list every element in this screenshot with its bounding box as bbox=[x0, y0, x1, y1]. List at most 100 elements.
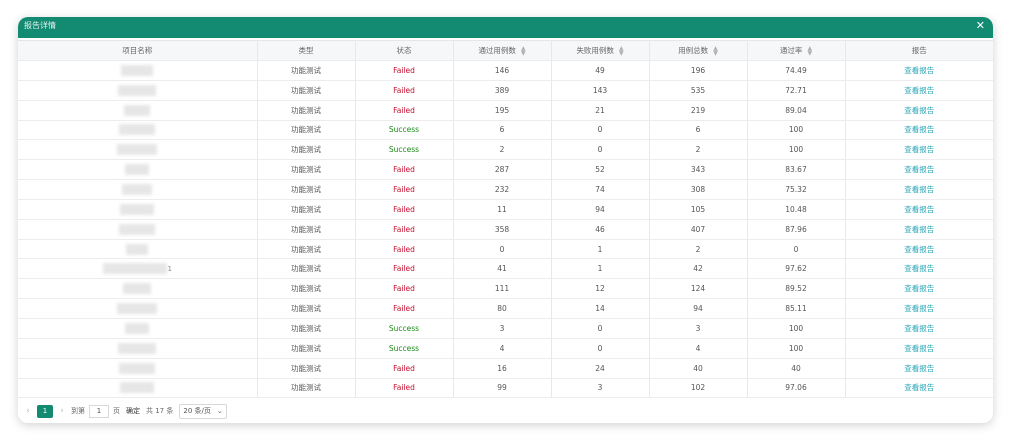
column-header-total-label: 用例总数 bbox=[678, 46, 709, 55]
view-report-link[interactable]: 查看报告 bbox=[904, 125, 934, 134]
cell-project-name bbox=[18, 179, 258, 200]
sort-icon[interactable]: ▲ ▼ bbox=[807, 46, 812, 57]
cell-failed: 52 bbox=[551, 159, 650, 181]
close-icon[interactable]: ✕ bbox=[976, 18, 985, 34]
cell-passed: 2 bbox=[453, 139, 552, 161]
table-row: 1 功能测试 Failed 41 1 42 97.62 查看报告 bbox=[18, 258, 993, 280]
redacted-name bbox=[120, 382, 155, 394]
view-report-link[interactable]: 查看报告 bbox=[904, 225, 934, 234]
view-report-link[interactable]: 查看报告 bbox=[904, 145, 934, 154]
cell-report: 查看报告 bbox=[845, 338, 993, 359]
cell-type: 功能测试 bbox=[257, 378, 356, 399]
view-report-link[interactable]: 查看报告 bbox=[904, 284, 934, 293]
cell-passed: 6 bbox=[453, 120, 552, 141]
view-report-link[interactable]: 查看报告 bbox=[904, 245, 934, 254]
cell-failed: 1 bbox=[551, 258, 650, 280]
chevron-down-icon: ⌄ bbox=[216, 407, 223, 415]
view-report-link[interactable]: 查看报告 bbox=[904, 264, 934, 273]
table-row: 功能测试 Failed 232 74 308 75.32 查看报告 bbox=[18, 179, 993, 200]
cell-rate: 83.67 bbox=[747, 159, 846, 181]
cell-total: 102 bbox=[649, 378, 748, 399]
dialog-header: 报告详情 ✕ bbox=[18, 17, 993, 38]
view-report-link[interactable]: 查看报告 bbox=[904, 324, 934, 333]
view-report-link[interactable]: 查看报告 bbox=[904, 86, 934, 95]
redacted-name bbox=[118, 342, 157, 354]
cell-rate: 89.52 bbox=[747, 278, 846, 300]
table-row: 功能测试 Failed 99 3 102 97.06 查看报告 bbox=[18, 378, 993, 399]
cell-passed: 195 bbox=[453, 100, 552, 121]
page-size-select[interactable]: 20 条/页 ⌄ bbox=[179, 403, 227, 419]
cell-passed: 287 bbox=[453, 159, 552, 181]
cell-total: 94 bbox=[649, 298, 748, 319]
cell-report: 查看报告 bbox=[845, 239, 993, 260]
cell-total: 407 bbox=[649, 219, 748, 240]
redacted-name bbox=[125, 164, 150, 176]
redacted-name bbox=[119, 223, 156, 235]
view-report-link[interactable]: 查看报告 bbox=[904, 344, 934, 353]
cell-project-name bbox=[18, 80, 258, 101]
redacted-name bbox=[117, 303, 158, 315]
redacted-name bbox=[126, 243, 149, 255]
cell-total: 2 bbox=[649, 139, 748, 161]
cell-type: 功能测试 bbox=[257, 258, 356, 280]
cell-passed: 3 bbox=[453, 318, 552, 339]
cell-failed: 0 bbox=[551, 338, 650, 359]
cell-status: Success bbox=[355, 318, 454, 339]
view-report-link[interactable]: 查看报告 bbox=[904, 205, 934, 214]
view-report-link[interactable]: 查看报告 bbox=[904, 364, 934, 373]
cell-failed: 49 bbox=[551, 60, 650, 81]
table-row: 功能测试 Failed 80 14 94 85.11 查看报告 bbox=[18, 298, 993, 319]
view-report-link[interactable]: 查看报告 bbox=[904, 106, 934, 115]
cell-passed: 146 bbox=[453, 60, 552, 81]
redacted-name bbox=[125, 322, 150, 334]
cell-type: 功能测试 bbox=[257, 179, 356, 200]
cell-rate: 87.96 bbox=[747, 219, 846, 240]
sort-icon[interactable]: ▲ ▼ bbox=[713, 46, 718, 57]
cell-status: Failed bbox=[355, 199, 454, 220]
table-row: 功能测试 Failed 0 1 2 0 查看报告 bbox=[18, 239, 993, 260]
cell-rate: 40 bbox=[747, 358, 846, 379]
column-header-rate-label: 通过率 bbox=[779, 46, 803, 55]
cell-type: 功能测试 bbox=[257, 298, 356, 319]
cell-passed: 16 bbox=[453, 358, 552, 379]
sort-icon[interactable]: ▲ ▼ bbox=[619, 46, 624, 57]
cell-report: 查看报告 bbox=[845, 358, 993, 379]
column-header-failed[interactable]: 失败用例数 ▲ ▼ bbox=[551, 40, 650, 61]
view-report-link[interactable]: 查看报告 bbox=[904, 383, 934, 392]
page-number-current[interactable]: 1 bbox=[37, 404, 53, 418]
redacted-name bbox=[119, 362, 156, 374]
cell-rate: 100 bbox=[747, 120, 846, 141]
sort-icon[interactable]: ▲ ▼ bbox=[521, 46, 526, 57]
next-page-icon[interactable]: › bbox=[57, 406, 67, 416]
redacted-name bbox=[122, 183, 153, 195]
column-header-passed[interactable]: 通过用例数 ▲ ▼ bbox=[453, 40, 552, 61]
redacted-name bbox=[117, 144, 158, 156]
redacted-name bbox=[102, 263, 167, 275]
view-report-link[interactable]: 查看报告 bbox=[904, 304, 934, 313]
table-row: 功能测试 Failed 11 94 105 10.48 查看报告 bbox=[18, 199, 993, 220]
goto-page-input[interactable] bbox=[89, 404, 109, 418]
view-report-link[interactable]: 查看报告 bbox=[904, 165, 934, 174]
cell-status: Failed bbox=[355, 80, 454, 101]
redacted-name bbox=[121, 64, 154, 76]
prev-page-icon[interactable]: ‹ bbox=[23, 406, 33, 416]
cell-passed: 0 bbox=[453, 239, 552, 260]
cell-failed: 94 bbox=[551, 199, 650, 220]
column-header-rate[interactable]: 通过率 ▲ ▼ bbox=[747, 40, 846, 61]
total-count: 共 17 条 bbox=[146, 407, 174, 415]
cell-total: 196 bbox=[649, 60, 748, 81]
report-detail-dialog: 报告详情 ✕ 项目名称 类型 状态 通过用例数 ▲ ▼ 失败用例数 ▲ ▼ 用例总数 ▲ ▼… bbox=[18, 17, 993, 423]
cell-rate: 74.49 bbox=[747, 60, 846, 81]
cell-report: 查看报告 bbox=[845, 139, 993, 161]
cell-rate: 100 bbox=[747, 338, 846, 359]
confirm-button[interactable]: 确定 bbox=[126, 406, 140, 416]
view-report-link[interactable]: 查看报告 bbox=[904, 185, 934, 194]
cell-total: 2 bbox=[649, 239, 748, 260]
cell-total: 308 bbox=[649, 179, 748, 200]
cell-type: 功能测试 bbox=[257, 120, 356, 141]
cell-rate: 97.62 bbox=[747, 258, 846, 280]
view-report-link[interactable]: 查看报告 bbox=[904, 66, 934, 75]
column-header-total[interactable]: 用例总数 ▲ ▼ bbox=[649, 40, 748, 61]
cell-total: 124 bbox=[649, 278, 748, 300]
cell-rate: 10.48 bbox=[747, 199, 846, 220]
